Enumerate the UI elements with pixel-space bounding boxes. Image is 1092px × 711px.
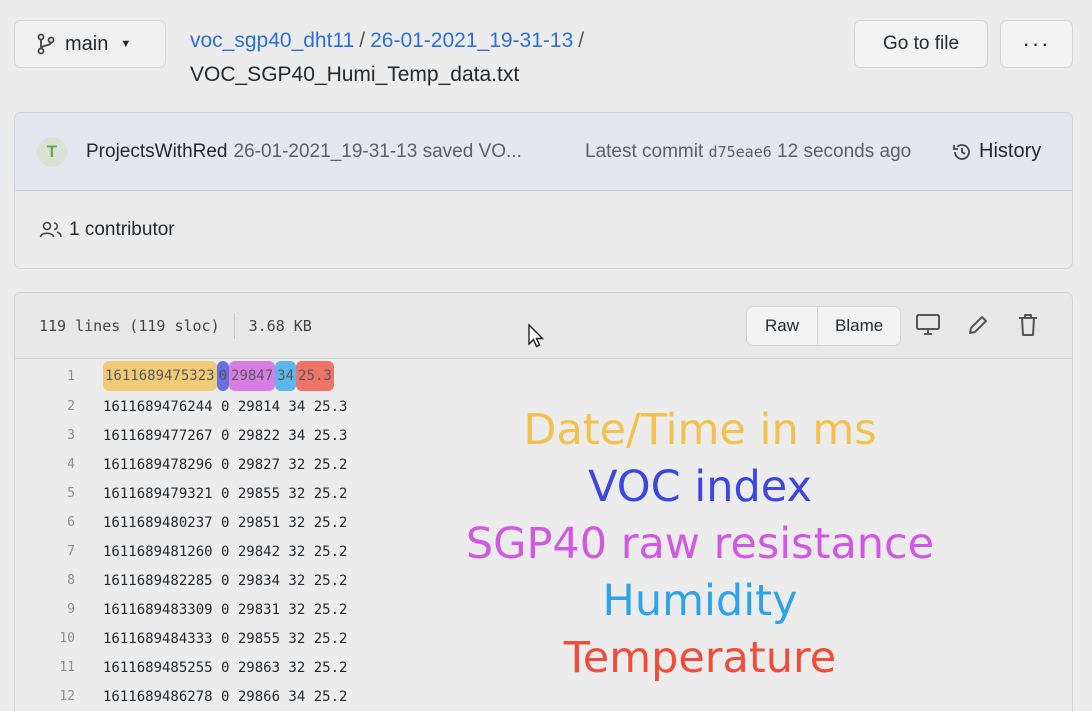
people-icon bbox=[39, 221, 62, 238]
breadcrumb-separator: / bbox=[359, 29, 366, 52]
branch-selector-button[interactable]: main ▼ bbox=[14, 20, 166, 68]
mouse-cursor-icon bbox=[528, 323, 545, 348]
code-line-text: 1611689485255 0 29863 32 25.2 bbox=[103, 659, 348, 676]
latest-commit-label: Latest commit bbox=[585, 140, 704, 162]
code-line-text: 1611689476244 0 29814 34 25.3 bbox=[103, 398, 348, 415]
commit-time: 12 seconds ago bbox=[777, 140, 912, 162]
trash-icon[interactable] bbox=[1017, 313, 1039, 337]
highlight-humidity: 34 bbox=[275, 361, 297, 391]
code-line-text: 1611689486278 0 29866 34 25.2 bbox=[103, 688, 348, 705]
raw-button[interactable]: Raw bbox=[747, 307, 819, 345]
code-line-text: 1611689479321 0 29855 32 25.2 bbox=[103, 485, 348, 502]
chevron-down-icon: ▼ bbox=[120, 38, 132, 50]
breadcrumb: voc_sgp40_dht11/26-01-2021_19-31-13/ VOC… bbox=[190, 24, 589, 92]
highlight-temperature: 25.3 bbox=[296, 361, 334, 391]
line-number[interactable]: 7 bbox=[15, 544, 75, 559]
annotation-legend: Date/Time in ms VOC index SGP40 raw resi… bbox=[430, 402, 970, 687]
commit-sha-link[interactable]: d75eae6 bbox=[709, 143, 772, 161]
go-to-file-button[interactable]: Go to file bbox=[854, 20, 988, 68]
line-number[interactable]: 4 bbox=[15, 457, 75, 472]
line-number[interactable]: 6 bbox=[15, 515, 75, 530]
legend-humidity: Humidity bbox=[602, 576, 798, 626]
code-line-text: 1611689484333 0 29855 32 25.2 bbox=[103, 630, 348, 647]
blame-button[interactable]: Blame bbox=[818, 307, 900, 345]
line-number[interactable]: 12 bbox=[15, 689, 75, 704]
contributors-count: 1 contributor bbox=[69, 219, 175, 240]
latest-commit-info: Latest commit d75eae6 12 seconds ago bbox=[585, 141, 911, 163]
line-number[interactable]: 5 bbox=[15, 486, 75, 501]
highlight-date: 1611689475323 bbox=[103, 361, 217, 391]
highlight-raw: 29847 bbox=[229, 361, 276, 391]
code-line-text: 1611689477267 0 29822 34 25.3 bbox=[103, 427, 348, 444]
breadcrumb-separator: / bbox=[578, 29, 585, 52]
history-link[interactable]: History bbox=[951, 140, 1041, 163]
code-line: 1 1611689475323 0 29847 34 25.3 bbox=[15, 360, 1072, 392]
file-header: 119 lines (119 sloc) 3.68 KB Raw Blame bbox=[15, 293, 1072, 359]
line-number[interactable]: 2 bbox=[15, 399, 75, 414]
file-line-count: 119 lines (119 sloc) bbox=[39, 316, 220, 335]
legend-raw: SGP40 raw resistance bbox=[465, 519, 935, 569]
code-line-text: 1611689480237 0 29851 32 25.2 bbox=[103, 514, 348, 531]
line-number[interactable]: 3 bbox=[15, 428, 75, 443]
code-line-text: 1611689475323 0 29847 34 25.3 bbox=[103, 361, 334, 391]
line-number[interactable]: 8 bbox=[15, 573, 75, 588]
code-line-text: 1611689481260 0 29842 32 25.2 bbox=[103, 543, 348, 560]
commit-message-link[interactable]: 26-01-2021_19-31-13 saved VO... bbox=[234, 141, 522, 163]
legend-date: Date/Time in ms bbox=[523, 405, 877, 455]
latest-commit-bar: T ProjectsWithRed 26-01-2021_19-31-13 sa… bbox=[15, 113, 1072, 191]
line-number[interactable]: 10 bbox=[15, 631, 75, 646]
breadcrumb-repo-link[interactable]: voc_sgp40_dht11 bbox=[190, 29, 354, 52]
file-size: 3.68 KB bbox=[248, 316, 312, 335]
legend-voc: VOC index bbox=[588, 462, 812, 512]
code-line-text: 1611689482285 0 29834 32 25.2 bbox=[103, 572, 348, 589]
code-line-text: 1611689483309 0 29831 32 25.2 bbox=[103, 601, 348, 618]
commit-box: T ProjectsWithRed 26-01-2021_19-31-13 sa… bbox=[14, 112, 1073, 269]
line-number[interactable]: 11 bbox=[15, 660, 75, 675]
branch-name: main bbox=[65, 32, 109, 55]
pencil-icon[interactable] bbox=[966, 313, 990, 337]
breadcrumb-file-name: VOC_SGP40_Humi_Temp_data.txt bbox=[190, 63, 520, 86]
history-icon bbox=[953, 143, 970, 160]
divider bbox=[233, 312, 235, 339]
more-options-button[interactable]: ··· bbox=[1000, 20, 1073, 68]
desktop-icon[interactable] bbox=[915, 313, 941, 337]
git-branch-icon bbox=[37, 33, 55, 55]
line-number[interactable]: 1 bbox=[15, 369, 75, 384]
highlight-voc: 0 bbox=[216, 361, 230, 391]
breadcrumb-folder-link[interactable]: 26-01-2021_19-31-13 bbox=[370, 29, 573, 52]
avatar[interactable]: T bbox=[37, 136, 67, 167]
legend-temperature: Temperature bbox=[563, 633, 837, 683]
history-label: History bbox=[979, 140, 1042, 162]
contributors-row[interactable]: 1 contributor bbox=[15, 191, 1072, 269]
code-line-text: 1611689478296 0 29827 32 25.2 bbox=[103, 456, 348, 473]
line-number[interactable]: 9 bbox=[15, 602, 75, 617]
commit-author-link[interactable]: ProjectsWithRed bbox=[86, 141, 228, 163]
file-actions-group: Raw Blame bbox=[746, 306, 902, 346]
